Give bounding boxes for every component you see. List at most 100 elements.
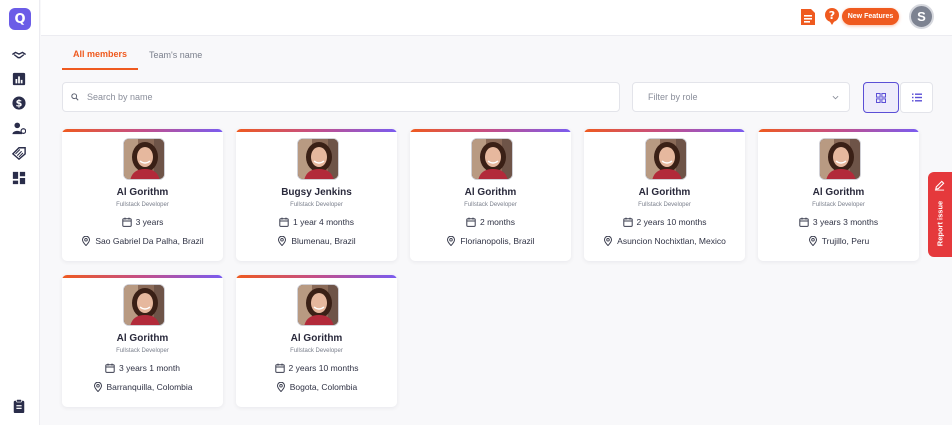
member-role: Fullstack Developer bbox=[116, 202, 169, 208]
member-name: Al Gorithm bbox=[638, 187, 691, 198]
location-pin-icon bbox=[447, 236, 456, 246]
card-accent-bar bbox=[62, 275, 223, 278]
location-pin-icon bbox=[604, 236, 613, 246]
svg-text:$: $ bbox=[16, 99, 23, 110]
member-card[interactable]: Al Gorithm Fullstack Developer 2 years 10 … bbox=[236, 275, 397, 407]
member-location-text: Asuncion Nochixtlan, Mexico bbox=[617, 236, 726, 246]
member-location: Florianopolis, Brazil bbox=[410, 236, 571, 246]
card-accent-bar bbox=[758, 129, 919, 132]
member-photo bbox=[297, 138, 339, 180]
clipboard-icon[interactable] bbox=[12, 399, 26, 413]
member-name: Al Gorithm bbox=[116, 187, 169, 198]
grid-icon bbox=[876, 92, 886, 103]
member-location-text: Blumenau, Brazil bbox=[291, 236, 356, 246]
role-filter-placeholder: Filter by role bbox=[648, 92, 698, 102]
dashboard-icon[interactable] bbox=[12, 171, 26, 185]
member-experience-text: 3 years 1 month bbox=[119, 363, 180, 373]
app-logo[interactable]: Q bbox=[9, 8, 31, 30]
bar-chart-icon[interactable] bbox=[12, 72, 26, 86]
calendar-icon bbox=[279, 217, 289, 227]
list-view-button[interactable] bbox=[900, 82, 933, 113]
member-name: Bugsy Jenkins bbox=[281, 187, 352, 198]
dollar-icon[interactable]: $ bbox=[12, 96, 26, 110]
member-experience: 2 months bbox=[410, 217, 571, 227]
member-name: Al Gorithm bbox=[290, 333, 343, 344]
search-icon bbox=[71, 93, 79, 101]
location-pin-icon bbox=[93, 382, 102, 392]
member-photo-image bbox=[472, 139, 512, 179]
member-location: Sao Gabriel Da Palha, Brazil bbox=[62, 236, 223, 246]
member-experience-text: 2 years 10 months bbox=[636, 217, 707, 227]
document-icon[interactable] bbox=[800, 8, 816, 26]
calendar-icon bbox=[799, 217, 809, 227]
member-experience-text: 2 years 10 months bbox=[288, 363, 359, 373]
member-card[interactable]: Al Gorithm Fullstack Developer 3 years 1 m… bbox=[62, 275, 223, 407]
member-photo-image bbox=[124, 285, 164, 325]
member-role: Fullstack Developer bbox=[812, 202, 865, 208]
member-photo-image bbox=[298, 139, 338, 179]
member-card[interactable]: Al Gorithm Fullstack Developer 2 months Flo… bbox=[410, 129, 571, 261]
member-card[interactable]: Al Gorithm Fullstack Developer 2 years 10 … bbox=[584, 129, 745, 261]
member-photo-image bbox=[298, 285, 338, 325]
report-issue-button[interactable]: Report issue bbox=[928, 172, 952, 257]
card-accent-bar bbox=[62, 129, 223, 132]
chevron-down-icon bbox=[832, 95, 839, 99]
pencil-icon bbox=[934, 180, 945, 191]
member-card[interactable]: Al Gorithm Fullstack Developer 3 years 3 m… bbox=[758, 129, 919, 261]
member-experience-text: 1 year 4 months bbox=[293, 217, 354, 227]
member-experience: 2 years 10 months bbox=[584, 217, 745, 227]
member-experience: 2 years 10 months bbox=[236, 363, 397, 373]
handshake-icon[interactable] bbox=[12, 48, 26, 62]
grid-view-button[interactable] bbox=[863, 82, 899, 113]
card-accent-bar bbox=[236, 129, 397, 132]
help-icon[interactable]: ? bbox=[824, 8, 840, 26]
member-photo bbox=[471, 138, 513, 180]
location-pin-icon bbox=[82, 236, 91, 246]
user-settings-icon[interactable] bbox=[12, 121, 26, 135]
member-experience-text: 3 years bbox=[135, 217, 164, 227]
member-photo-image bbox=[646, 139, 686, 179]
member-experience: 3 years 1 month bbox=[62, 363, 223, 373]
member-location-text: Barranquilla, Colombia bbox=[106, 382, 193, 392]
member-photo bbox=[819, 138, 861, 180]
member-location: Bogota, Colombia bbox=[236, 382, 397, 392]
member-name: Al Gorithm bbox=[116, 333, 169, 344]
member-experience-text: 3 years 3 months bbox=[812, 217, 879, 227]
member-role: Fullstack Developer bbox=[290, 348, 343, 354]
tag-icon[interactable] bbox=[12, 146, 26, 160]
member-photo bbox=[123, 284, 165, 326]
member-card[interactable]: Al Gorithm Fullstack Developer 3 years Sao … bbox=[62, 129, 223, 261]
member-role: Fullstack Developer bbox=[638, 202, 691, 208]
tab-teams-name[interactable]: Team's name bbox=[149, 40, 209, 70]
member-location-text: Florianopolis, Brazil bbox=[460, 236, 535, 246]
tab-all-members[interactable]: All members bbox=[62, 40, 138, 70]
member-name: Al Gorithm bbox=[812, 187, 865, 198]
member-photo bbox=[123, 138, 165, 180]
member-role: Fullstack Developer bbox=[290, 202, 343, 208]
calendar-icon bbox=[105, 363, 115, 373]
new-features-button[interactable]: New Features bbox=[842, 8, 899, 25]
member-experience: 3 years 3 months bbox=[758, 217, 919, 227]
calendar-icon bbox=[466, 217, 476, 227]
search-input[interactable] bbox=[87, 92, 587, 102]
location-pin-icon bbox=[276, 382, 285, 392]
user-avatar[interactable]: S bbox=[909, 4, 934, 29]
calendar-icon bbox=[274, 363, 285, 373]
member-experience: 3 years bbox=[62, 217, 223, 227]
member-photo-image bbox=[820, 139, 860, 179]
calendar-icon bbox=[121, 217, 132, 227]
card-accent-bar bbox=[584, 129, 745, 132]
list-icon bbox=[911, 93, 922, 102]
role-filter-select[interactable]: Filter by role bbox=[632, 82, 850, 112]
member-experience-text: 2 months bbox=[480, 217, 515, 227]
member-role: Fullstack Developer bbox=[116, 348, 169, 354]
member-photo bbox=[645, 138, 687, 180]
card-accent-bar bbox=[236, 275, 397, 278]
search-box bbox=[62, 82, 620, 112]
member-role: Fullstack Developer bbox=[464, 202, 517, 208]
svg-text:?: ? bbox=[829, 9, 835, 22]
report-issue-label: Report issue bbox=[935, 200, 945, 247]
calendar-icon bbox=[622, 217, 633, 227]
member-location: Barranquilla, Colombia bbox=[62, 382, 223, 392]
member-card[interactable]: Bugsy Jenkins Fullstack Developer 1 year 4… bbox=[236, 129, 397, 261]
